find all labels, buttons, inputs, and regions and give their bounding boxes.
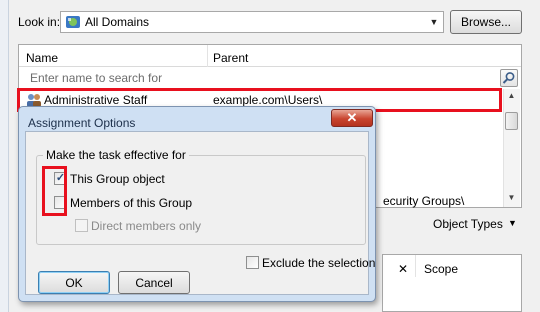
column-header-parent[interactable]: Parent <box>213 51 248 65</box>
domain-combo[interactable]: All Domains ▼ <box>60 11 444 33</box>
object-types-button[interactable]: Object Types <box>433 217 503 231</box>
list-scrollbar[interactable] <box>503 89 520 207</box>
search-icon <box>502 72 515 84</box>
exclude-label[interactable]: Exclude the selection <box>262 256 375 270</box>
highlight-box-checkboxes <box>42 166 67 216</box>
close-button[interactable]: ✕ <box>331 109 373 127</box>
search-input[interactable]: Enter name to search for <box>30 71 162 85</box>
remove-column-header[interactable]: ✕ <box>398 262 408 276</box>
domain-icon <box>66 16 80 28</box>
this-group-label[interactable]: This Group object <box>70 172 165 186</box>
cancel-label: Cancel <box>135 275 173 290</box>
scroll-down-icon[interactable]: ▼ <box>503 193 520 207</box>
column-header-scope[interactable]: Scope <box>424 262 458 276</box>
search-button[interactable] <box>500 69 518 87</box>
list-header <box>19 45 521 67</box>
domain-value: All Domains <box>85 15 150 29</box>
column-divider[interactable] <box>207 45 208 67</box>
scroll-thumb[interactable] <box>505 112 518 130</box>
ok-button[interactable]: OK <box>38 271 110 294</box>
group-legend: Make the task effective for <box>43 148 189 162</box>
direct-members-checkbox[interactable] <box>75 219 88 232</box>
cancel-button[interactable]: Cancel <box>118 271 190 294</box>
scroll-up-icon[interactable]: ▲ <box>503 91 520 105</box>
exclude-checkbox[interactable] <box>246 256 259 269</box>
column-header-name[interactable]: Name <box>26 51 58 65</box>
dialog-title: Assignment Options <box>28 116 136 130</box>
ok-label: OK <box>65 275 83 290</box>
column-divider[interactable] <box>415 255 416 277</box>
chevron-down-icon[interactable]: ▼ <box>425 17 443 27</box>
browse-button[interactable]: Browse... <box>450 10 522 34</box>
close-icon: ✕ <box>346 110 358 125</box>
chevron-down-icon[interactable]: ▼ <box>508 218 517 228</box>
direct-members-label: Direct members only <box>91 219 202 233</box>
look-in-label: Look in: <box>18 15 61 29</box>
partial-row-text: ecurity Groups\ <box>383 194 465 208</box>
members-label[interactable]: Members of this Group <box>70 196 192 210</box>
browse-label: Browse... <box>460 15 511 29</box>
